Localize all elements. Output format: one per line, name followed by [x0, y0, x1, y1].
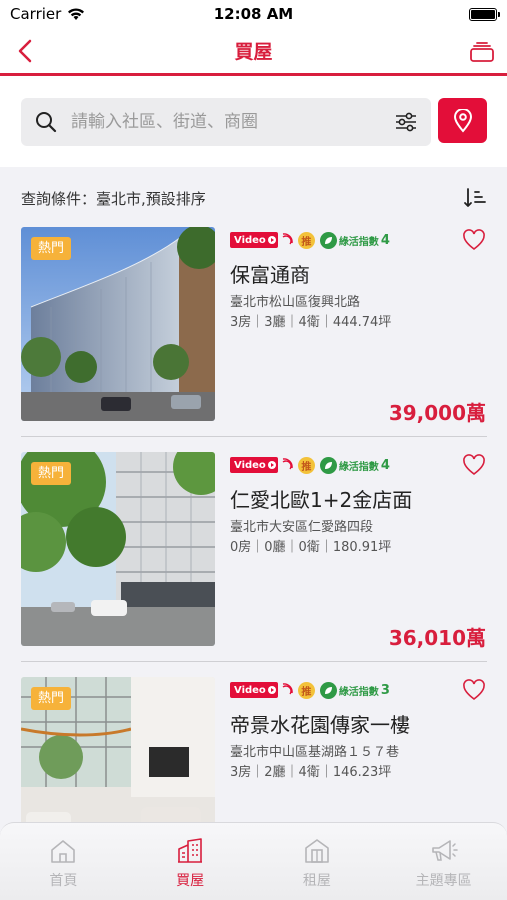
recommend-badge: 推 [297, 231, 315, 249]
green-index-score: 4 [380, 232, 390, 248]
map-location-button[interactable] [438, 98, 487, 143]
listing-name[interactable]: 保富通商 [230, 259, 310, 288]
chevron-left-icon[interactable] [14, 38, 38, 64]
megaphone-icon [431, 840, 458, 861]
green-index-tag: 綠活指數 3 [319, 681, 390, 699]
tab-topics-label: 主題專區 [415, 873, 472, 889]
battery-icon [469, 7, 500, 21]
leaf-icon [319, 681, 337, 699]
search-input[interactable] [71, 98, 391, 146]
recommend-badge: 推 [297, 456, 315, 474]
tab-home-label: 首頁 [49, 873, 78, 889]
listing-tags: Video 推 綠活指數 3 [230, 681, 390, 699]
tab-home[interactable]: 首頁 [0, 823, 127, 900]
green-index-tag: 綠活指數 4 [319, 231, 390, 249]
home-icon [51, 840, 76, 863]
tab-buy-label: 買屋 [176, 873, 205, 889]
search-icon [36, 112, 57, 133]
green-index-label: 綠活指數 [338, 236, 379, 248]
favorite-heart-icon[interactable] [462, 454, 486, 476]
listing-card[interactable]: 熱門 Video 推 綠活指數 4 保富通商 臺北市松山區復興北路 3房｜3廳｜… [0, 167, 507, 437]
tab-bar: 首頁 買屋 租屋 主題專區 [0, 822, 507, 900]
listing-card[interactable]: 熱門 Video 推 綠活指數 3 帝景水花園傳家一樓 臺北市中山區基湖路１５７… [0, 617, 507, 871]
listing-card[interactable]: 熱門 Video 推 綠活指數 4 仁愛北歐1+2金店面 臺北市大安區仁愛路四段… [0, 392, 507, 662]
hot-badge: 熱門 [31, 687, 72, 710]
green-index-label: 綠活指數 [338, 686, 379, 698]
listing-spec: 3房｜3廳｜4衛｜444.74坪 [230, 315, 392, 330]
signal-waves-icon [282, 233, 293, 245]
video-tag: Video [230, 682, 278, 698]
hot-badge: 熱門 [31, 237, 72, 260]
tab-buy[interactable]: 買屋 [127, 823, 254, 900]
listing-spec: 3房｜2廳｜4衛｜146.23坪 [230, 765, 392, 780]
green-index-score: 4 [380, 457, 390, 473]
rent-house-icon [305, 839, 329, 863]
status-bar: Carrier 12:08 AM [0, 0, 507, 28]
listing-tags: Video 推 綠活指數 4 [230, 456, 390, 474]
listing-list: 查詢條件：臺北市,預設排序 熱門 Video 推 綠活指數 4 保富通商 臺北市… [0, 167, 507, 900]
building-icon [178, 838, 203, 863]
leaf-icon [319, 456, 337, 474]
video-tag: Video [230, 457, 278, 473]
video-tag-label: Video [234, 684, 266, 696]
status-left: Carrier [10, 5, 85, 23]
listing-spec: 0房｜0廳｜0衛｜180.91坪 [230, 540, 392, 555]
carrier-label: Carrier [10, 5, 62, 23]
listing-address: 臺北市大安區仁愛路四段 [230, 520, 374, 535]
signal-waves-icon [282, 458, 293, 470]
leaf-icon [319, 231, 337, 249]
hot-badge: 熱門 [31, 462, 72, 485]
nav-bar: 買屋 [0, 28, 507, 76]
search-area [0, 79, 507, 167]
favorite-heart-icon[interactable] [462, 679, 486, 701]
wifi-icon [68, 8, 85, 20]
location-pin-icon [453, 108, 472, 133]
recommend-badge: 推 [297, 681, 315, 699]
green-index-label: 綠活指數 [338, 461, 379, 473]
tab-rent-label: 租屋 [302, 873, 331, 889]
search-box[interactable] [21, 98, 431, 146]
video-tag-label: Video [234, 234, 266, 246]
listing-name[interactable]: 帝景水花園傳家一樓 [230, 709, 410, 738]
listing-tags: Video 推 綠活指數 4 [230, 231, 390, 249]
stack-icon[interactable] [469, 40, 495, 64]
listing-address: 臺北市中山區基湖路１５７巷 [230, 745, 400, 760]
green-index-tag: 綠活指數 4 [319, 456, 390, 474]
listing-address: 臺北市松山區復興北路 [230, 295, 361, 310]
video-tag: Video [230, 232, 278, 248]
filter-sliders-icon[interactable] [395, 111, 417, 133]
tab-rent[interactable]: 租屋 [254, 823, 381, 900]
listing-name[interactable]: 仁愛北歐1+2金店面 [230, 484, 412, 513]
page-title: 買屋 [234, 41, 273, 63]
green-index-score: 3 [380, 682, 390, 698]
favorite-heart-icon[interactable] [462, 229, 486, 251]
signal-waves-icon [282, 683, 293, 695]
video-tag-label: Video [234, 459, 266, 471]
tab-topics[interactable]: 主題專區 [380, 823, 507, 900]
